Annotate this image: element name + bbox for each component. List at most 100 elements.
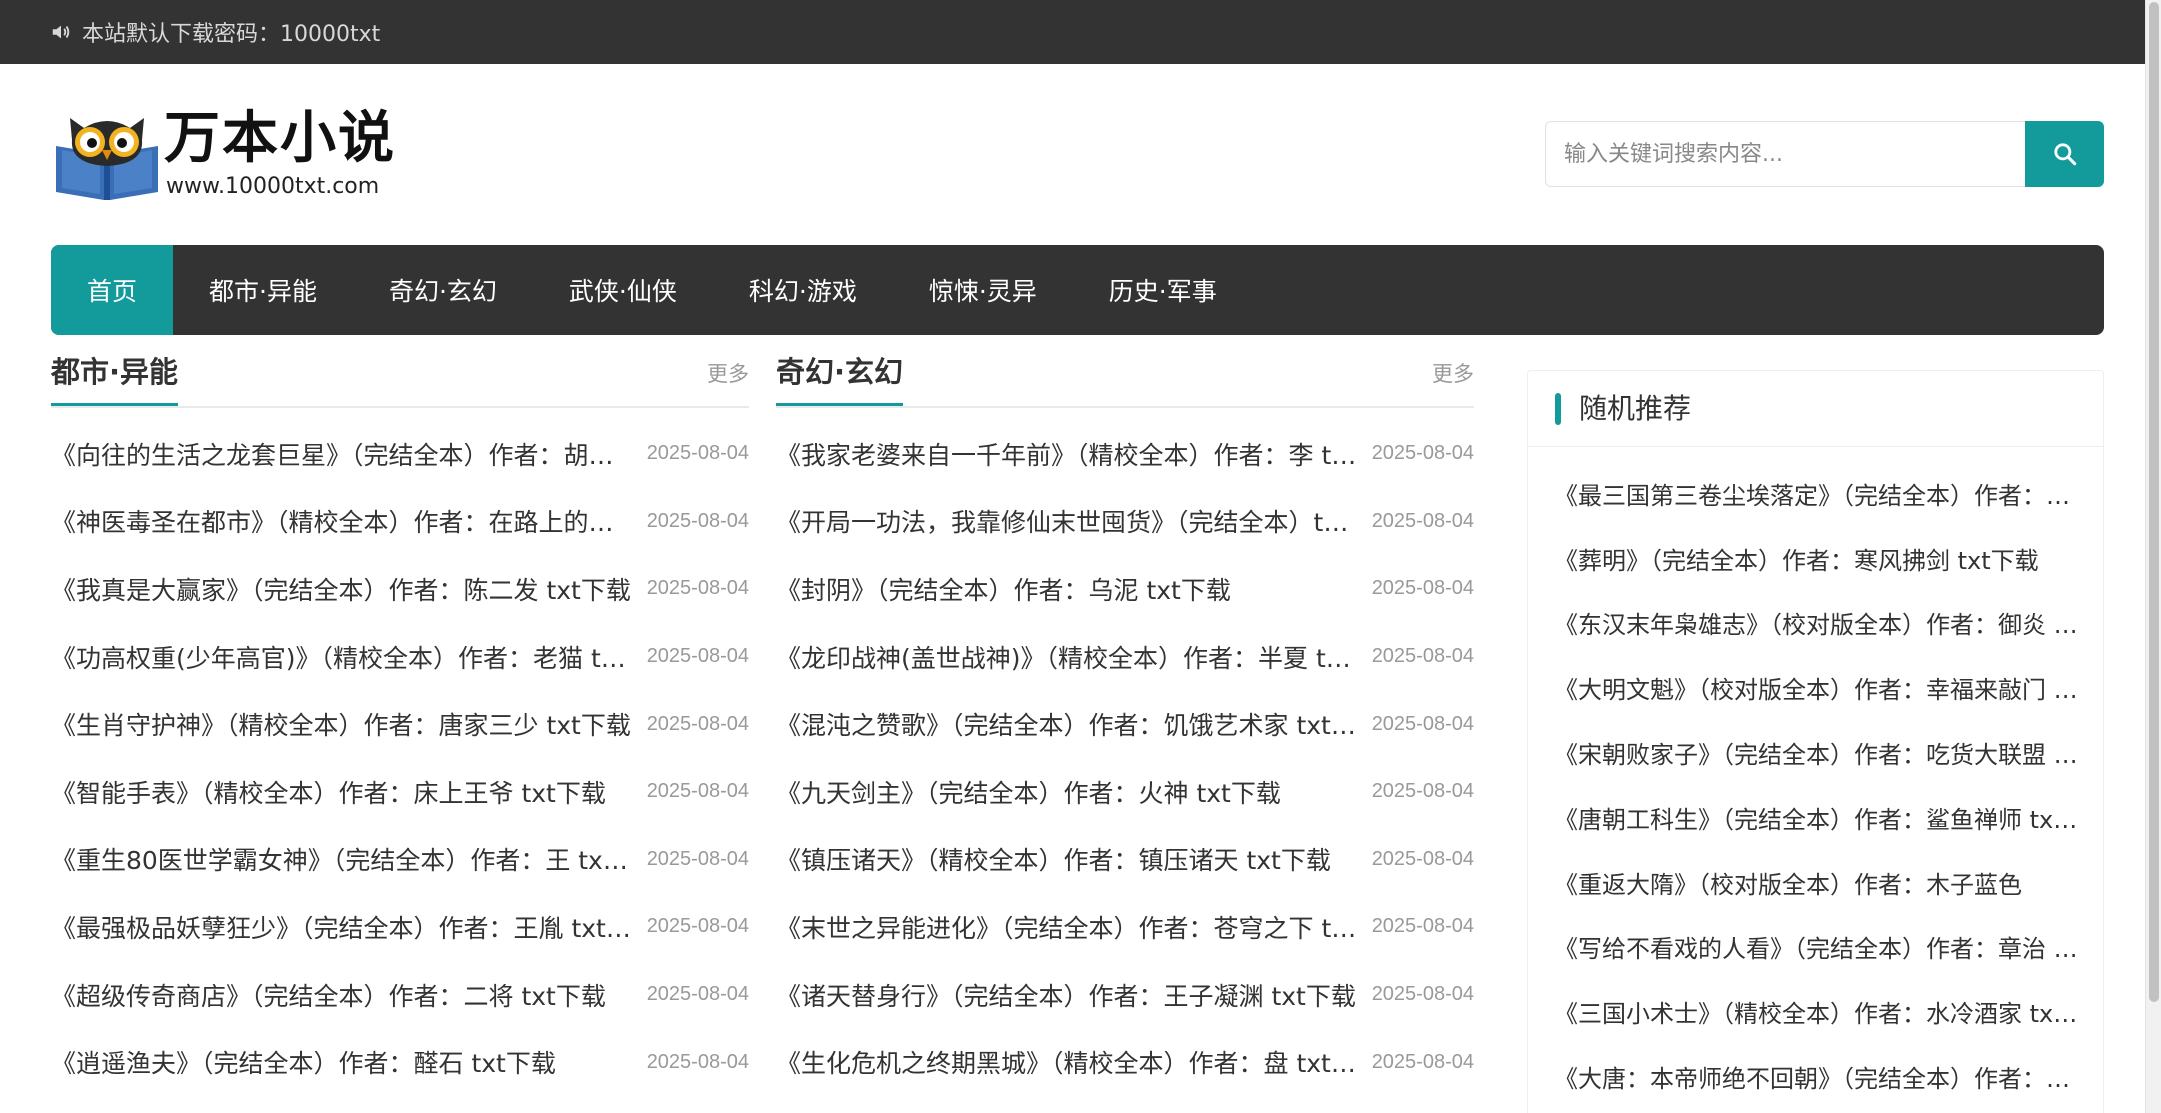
search-box [1545, 121, 2104, 187]
book-date: 2025-08-04 [1371, 712, 1474, 735]
book-link[interactable]: 《末世之异能进化》（完结全本）作者：苍穹之下 txt下载 [776, 909, 1361, 945]
book-link[interactable]: 《向往的生活之龙套巨星》（完结全本）作者：胡思乱想 txt下载 [51, 436, 636, 472]
book-date: 2025-08-04 [1371, 577, 1474, 600]
list-item: 《诸天替身行》（完结全本）作者：王子凝渊 txt下载 2025-08-04 [776, 961, 1474, 1029]
book-date: 2025-08-04 [1371, 509, 1474, 532]
book-link[interactable]: 《大明文魁》（校对版全本）作者：幸福来敲门 txt下载 [1554, 670, 2080, 705]
book-link[interactable]: 《东汉末年枭雄志》（校对版全本）作者：御炎 txt下载 [1554, 605, 2080, 640]
section-header: 奇幻·玄幻 更多 [776, 346, 1474, 408]
book-link[interactable]: 《神医毒圣在都市》（精校全本）作者：在路上的鱼 txt下载 [51, 503, 636, 539]
list-item: 《重返大隋》（校对版全本）作者：木子蓝色 [1554, 850, 2103, 915]
book-date: 2025-08-04 [646, 1050, 749, 1073]
book-link[interactable]: 《九天剑主》（完结全本）作者：火神 txt下载 [776, 774, 1281, 810]
book-link[interactable]: 《生化危机之终期黑城》（精校全本）作者：盘 txt下载 [776, 1044, 1361, 1080]
site-logo[interactable]: 万本小说 www.10000txt.com [52, 104, 422, 204]
book-link[interactable]: 《宋朝败家子》（完结全本）作者：吃货大联盟 txt下载 [1554, 735, 2080, 770]
book-date: 2025-08-04 [1371, 780, 1474, 803]
book-date: 2025-08-04 [646, 847, 749, 870]
list-item: 《功高权重(少年高官)》（精校全本）作者：老猫 txt下载 2025-08-04 [51, 623, 749, 691]
list-item: 《镇压诸天》（精校全本）作者：镇压诸天 txt下载 2025-08-04 [776, 826, 1474, 894]
book-date: 2025-08-04 [1371, 983, 1474, 1006]
book-link[interactable]: 《我真是大赢家》（完结全本）作者：陈二发 txt下载 [51, 571, 631, 607]
book-link[interactable]: 《智能手表》（精校全本）作者：床上王爷 txt下载 [51, 774, 606, 810]
list-item: 《葬明》（完结全本）作者：寒风拂剑 txt下载 [1554, 526, 2103, 591]
book-link[interactable]: 《龙印战神(盖世战神)》（精校全本）作者：半夏 txt下载 [776, 639, 1361, 675]
book-link[interactable]: 《葬明》（完结全本）作者：寒风拂剑 txt下载 [1554, 541, 2039, 576]
more-link[interactable]: 更多 [707, 358, 749, 388]
list-item: 《生肖守护神》（精校全本）作者：唐家三少 txt下载 2025-08-04 [51, 690, 749, 758]
book-link[interactable]: 《重返大隋》（校对版全本）作者：木子蓝色 [1554, 865, 2022, 900]
brand-url: www.10000txt.com [166, 174, 380, 199]
book-date: 2025-08-04 [646, 712, 749, 735]
list-item: 《开局一功法，我靠修仙末世囤货》（完结全本）txt下载 2025-08-04 [776, 488, 1474, 556]
brand-name: 万本小说 [164, 106, 396, 171]
book-list: 《我家老婆来自一千年前》（精校全本）作者：李 txt下载 2025-08-04 《… [776, 420, 1474, 1096]
page-scrollbar[interactable] [2145, 0, 2161, 1113]
scrollbar-thumb[interactable] [2149, 2, 2159, 1002]
list-item: 《宋朝败家子》（完结全本）作者：吃货大联盟 txt下载 [1554, 720, 2103, 785]
nav-item-fantasy[interactable]: 奇幻·玄幻 [353, 245, 533, 335]
book-link[interactable]: 《大唐：本帝师绝不回朝》（完结全本）作者：一 txt下载 [1554, 1059, 2080, 1094]
top-notice-bar: 本站默认下载密码：10000txt [0, 0, 2161, 64]
panel-header: 随机推荐 [1528, 371, 2103, 447]
book-link[interactable]: 《写给不看戏的人看》（完结全本）作者：章治 txt下载 [1554, 929, 2080, 964]
book-link[interactable]: 《生肖守护神》（精校全本）作者：唐家三少 txt下载 [51, 706, 631, 742]
main-nav: 首页 都市·异能 奇幻·玄幻 武侠·仙侠 科幻·游戏 惊悚·灵异 历史·军事 [51, 245, 2104, 335]
book-link[interactable]: 《诸天替身行》（完结全本）作者：王子凝渊 txt下载 [776, 977, 1356, 1013]
search-input[interactable] [1545, 121, 2025, 187]
book-link[interactable]: 《超级传奇商店》（完结全本）作者：二将 txt下载 [51, 977, 606, 1013]
section-urban: 都市·异能 更多 《向往的生活之龙套巨星》（完结全本）作者：胡思乱想 txt下载… [51, 346, 749, 1096]
speaker-icon [52, 25, 70, 39]
book-date: 2025-08-04 [1371, 847, 1474, 870]
book-date: 2025-08-04 [646, 509, 749, 532]
book-link[interactable]: 《功高权重(少年高官)》（精校全本）作者：老猫 txt下载 [51, 639, 636, 675]
nav-item-history[interactable]: 历史·军事 [1073, 245, 1253, 335]
book-link[interactable]: 《我家老婆来自一千年前》（精校全本）作者：李 txt下载 [776, 436, 1361, 472]
search-button[interactable] [2025, 121, 2104, 187]
list-item: 《神医毒圣在都市》（精校全本）作者：在路上的鱼 txt下载 2025-08-04 [51, 488, 749, 556]
book-link[interactable]: 《开局一功法，我靠修仙末世囤货》（完结全本）txt下载 [776, 503, 1361, 539]
recommend-list: 《最三国第三卷尘埃落定》（完结全本）作者：一 txt下载 《葬明》（完结全本）作… [1528, 447, 2103, 1109]
book-link[interactable]: 《最三国第三卷尘埃落定》（完结全本）作者：一 txt下载 [1554, 476, 2080, 511]
book-link[interactable]: 《镇压诸天》（精校全本）作者：镇压诸天 txt下载 [776, 841, 1331, 877]
list-item: 《生化危机之终期黑城》（精校全本）作者：盘 txt下载 2025-08-04 [776, 1028, 1474, 1096]
book-date: 2025-08-04 [1371, 442, 1474, 465]
book-link[interactable]: 《封阴》（完结全本）作者：乌泥 txt下载 [776, 571, 1231, 607]
section-title: 奇幻·玄幻 [776, 350, 904, 406]
book-date: 2025-08-04 [646, 442, 749, 465]
book-date: 2025-08-04 [1371, 1050, 1474, 1073]
nav-item-urban[interactable]: 都市·异能 [173, 245, 353, 335]
section-header: 都市·异能 更多 [51, 346, 749, 408]
book-date: 2025-08-04 [646, 915, 749, 938]
list-item: 《封阴》（完结全本）作者：乌泥 txt下载 2025-08-04 [776, 555, 1474, 623]
list-item: 《大明文魁》（校对版全本）作者：幸福来敲门 txt下载 [1554, 655, 2103, 720]
list-item: 《唐朝工科生》（完结全本）作者：鲨鱼禅师 txt下载 [1554, 785, 2103, 850]
book-date: 2025-08-04 [646, 780, 749, 803]
nav-item-thriller[interactable]: 惊悚·灵异 [893, 245, 1073, 335]
nav-item-scifi[interactable]: 科幻·游戏 [713, 245, 893, 335]
nav-item-wuxia[interactable]: 武侠·仙侠 [533, 245, 713, 335]
list-item: 《最强极品妖孽狂少》（完结全本）作者：王胤 txt下载 2025-08-04 [51, 893, 749, 961]
book-link[interactable]: 《混沌之赞歌》（完结全本）作者：饥饿艺术家 txt下载 [776, 706, 1361, 742]
book-date: 2025-08-04 [646, 577, 749, 600]
list-item: 《重生80医世学霸女神》（完结全本）作者：王 txt下载 2025-08-04 [51, 826, 749, 894]
book-link[interactable]: 《最强极品妖孽狂少》（完结全本）作者：王胤 txt下载 [51, 909, 636, 945]
list-item: 《三国小术士》（精校全本）作者：水冷酒家 txt下载 [1554, 979, 2103, 1044]
book-link[interactable]: 《唐朝工科生》（完结全本）作者：鲨鱼禅师 txt下载 [1554, 800, 2080, 835]
book-date: 2025-08-04 [1371, 915, 1474, 938]
book-list: 《向往的生活之龙套巨星》（完结全本）作者：胡思乱想 txt下载 2025-08-0… [51, 420, 749, 1096]
nav-item-home[interactable]: 首页 [51, 245, 174, 335]
list-item: 《东汉末年枭雄志》（校对版全本）作者：御炎 txt下载 [1554, 591, 2103, 656]
list-item: 《向往的生活之龙套巨星》（完结全本）作者：胡思乱想 txt下载 2025-08-0… [51, 420, 749, 488]
list-item: 《我家老婆来自一千年前》（精校全本）作者：李 txt下载 2025-08-04 [776, 420, 1474, 488]
list-item: 《龙印战神(盖世战神)》（精校全本）作者：半夏 txt下载 2025-08-04 [776, 623, 1474, 691]
book-link[interactable]: 《重生80医世学霸女神》（完结全本）作者：王 txt下载 [51, 841, 636, 877]
more-link[interactable]: 更多 [1432, 358, 1474, 388]
book-date: 2025-08-04 [646, 645, 749, 668]
book-link[interactable]: 《逍遥渔夫》（完结全本）作者：醛石 txt下载 [51, 1044, 556, 1080]
book-link[interactable]: 《三国小术士》（精校全本）作者：水冷酒家 txt下载 [1554, 994, 2080, 1029]
list-item: 《末世之异能进化》（完结全本）作者：苍穹之下 txt下载 2025-08-04 [776, 893, 1474, 961]
owl-book-icon [56, 118, 158, 200]
book-date: 2025-08-04 [646, 983, 749, 1006]
random-recommend-panel: 随机推荐 《最三国第三卷尘埃落定》（完结全本）作者：一 txt下载 《葬明》（完… [1527, 370, 2104, 1113]
